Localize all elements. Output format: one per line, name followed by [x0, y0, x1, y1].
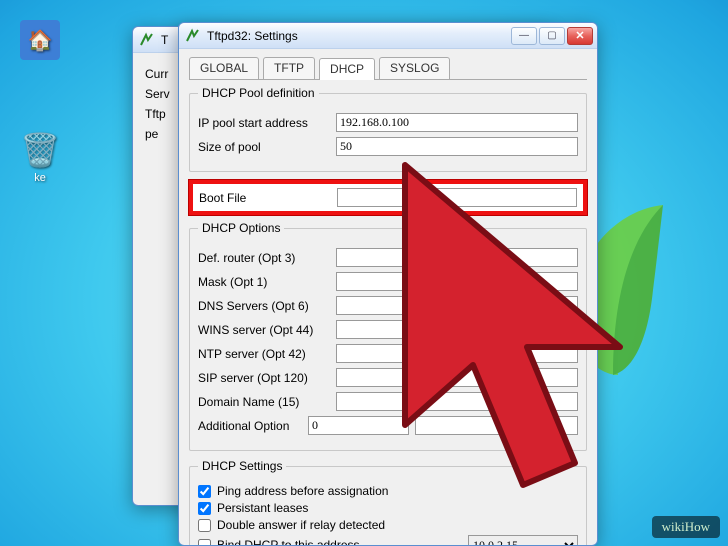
maximize-button[interactable]: ▢ — [539, 27, 565, 45]
app-icon — [139, 32, 155, 48]
input-def-router[interactable] — [336, 248, 578, 267]
input-ip-pool[interactable] — [336, 113, 578, 132]
legend-settings: DHCP Settings — [198, 459, 286, 473]
group-pool: DHCP Pool definition IP pool start addre… — [189, 86, 587, 172]
label-pool-size: Size of pool — [198, 140, 336, 154]
highlighted-boot-file-row: Boot File — [189, 180, 587, 215]
window-title-settings: Tftpd32: Settings — [207, 29, 511, 43]
label-dns: DNS Servers (Opt 6) — [198, 299, 336, 313]
checkbox-persist[interactable] — [198, 502, 211, 515]
input-addl-num[interactable] — [308, 416, 409, 435]
recycle-label: ke — [34, 172, 46, 184]
tab-syslog[interactable]: SYSLOG — [379, 57, 450, 79]
group-options: DHCP Options Def. router (Opt 3) Mask (O… — [189, 221, 587, 451]
label-bind: Bind DHCP to this address — [217, 538, 360, 545]
tab-dhcp[interactable]: DHCP — [319, 58, 375, 80]
group-settings: DHCP Settings Ping address before assign… — [189, 459, 587, 545]
tab-tftp[interactable]: TFTP — [263, 57, 315, 79]
input-ntp[interactable] — [336, 344, 578, 363]
label-def-router: Def. router (Opt 3) — [198, 251, 336, 265]
titlebar-settings[interactable]: Tftpd32: Settings — ▢ ✕ — [179, 23, 597, 49]
input-mask[interactable] — [336, 272, 578, 291]
desktop-icon-folder[interactable]: 🏠 — [10, 20, 70, 62]
label-domain: Domain Name (15) — [198, 395, 336, 409]
label-wins: WINS server (Opt 44) — [198, 323, 336, 337]
label-ping: Ping address before assignation — [217, 484, 388, 498]
checkbox-bind[interactable] — [198, 539, 211, 546]
tab-global[interactable]: GLOBAL — [189, 57, 259, 79]
checkbox-double[interactable] — [198, 519, 211, 532]
app-icon — [185, 28, 201, 44]
checkbox-ping[interactable] — [198, 485, 211, 498]
input-domain[interactable] — [336, 392, 578, 411]
label-mask: Mask (Opt 1) — [198, 275, 336, 289]
minimize-button[interactable]: — — [511, 27, 537, 45]
input-pool-size[interactable] — [336, 137, 578, 156]
input-addl-val[interactable] — [415, 416, 578, 435]
window-tftpd-settings: Tftpd32: Settings — ▢ ✕ GLOBAL TFTP DHCP… — [178, 22, 598, 546]
label-ntp: NTP server (Opt 42) — [198, 347, 336, 361]
tab-strip: GLOBAL TFTP DHCP SYSLOG — [189, 57, 587, 80]
label-persist: Persistant leases — [217, 501, 308, 515]
close-button[interactable]: ✕ — [567, 27, 593, 45]
label-ip-pool: IP pool start address — [198, 116, 336, 130]
input-boot-file[interactable] — [337, 188, 577, 207]
label-boot-file: Boot File — [199, 191, 337, 205]
input-wins[interactable] — [336, 320, 578, 339]
input-dns[interactable] — [336, 296, 578, 315]
label-sip: SIP server (Opt 120) — [198, 371, 336, 385]
select-bind-address[interactable]: 10.0.2.15 — [468, 535, 578, 545]
legend-options: DHCP Options — [198, 221, 284, 235]
desktop-icon-recycle[interactable]: 🗑️ke — [10, 130, 70, 184]
label-addl: Additional Option — [198, 419, 308, 433]
legend-pool: DHCP Pool definition — [198, 86, 319, 100]
watermark: wikiHow — [652, 516, 720, 538]
label-double: Double answer if relay detected — [217, 518, 385, 532]
input-sip[interactable] — [336, 368, 578, 387]
